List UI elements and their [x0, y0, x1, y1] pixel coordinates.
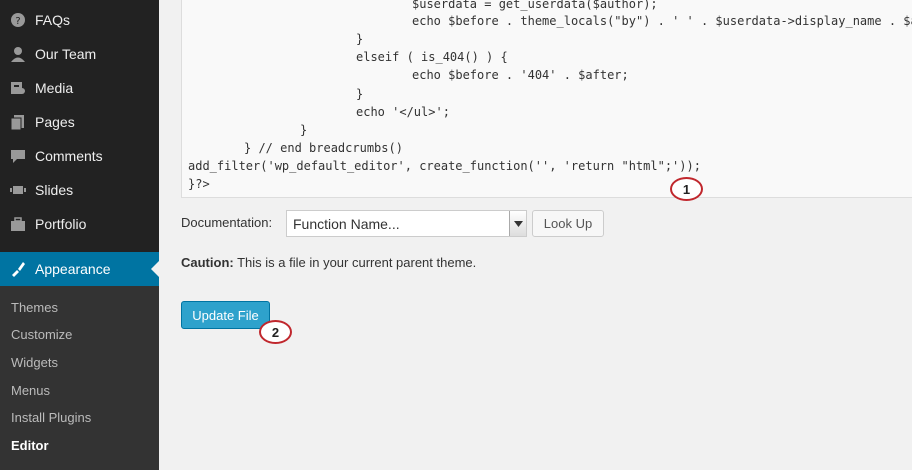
comments-icon [8, 146, 28, 166]
appearance-submenu: Themes Customize Widgets Menus Install P… [0, 286, 159, 470]
submenu-customize[interactable]: Customize [11, 327, 72, 342]
menu-label: Pages [35, 114, 75, 130]
code-line: add_filter('wp_default_editor', create_f… [188, 159, 701, 173]
menu-item-comments[interactable]: Comments [0, 139, 159, 173]
update-file-button[interactable]: Update File [181, 301, 270, 329]
code-line: } [356, 32, 364, 46]
code-editor[interactable]: $userdata = get_userdata($author); echo … [181, 0, 912, 198]
chevron-down-icon[interactable] [509, 211, 526, 236]
slides-icon [8, 180, 28, 200]
media-icon [8, 78, 28, 98]
function-name-select[interactable]: Function Name... [286, 210, 527, 237]
menu-item-pages[interactable]: Pages [0, 105, 159, 139]
documentation-label: Documentation: [181, 215, 273, 230]
annotation-marker-2: 2 [259, 320, 292, 344]
submenu-install-plugins[interactable]: Install Plugins [11, 410, 91, 425]
portfolio-icon [8, 214, 28, 234]
code-line: elseif ( is_404() ) { [356, 50, 508, 64]
code-line: } // end breadcrumbs() [244, 141, 403, 155]
faq-icon: ? [8, 10, 28, 30]
menu-label: Portfolio [35, 216, 87, 232]
submenu-widgets[interactable]: Widgets [11, 355, 58, 370]
code-line: echo $before . '404' . $after; [412, 68, 629, 82]
code-line: }?> [188, 177, 210, 191]
code-line: } [356, 87, 364, 101]
select-value: Function Name... [293, 215, 400, 232]
appearance-icon [8, 259, 28, 279]
menu-label: Slides [35, 182, 74, 198]
admin-sidebar: ? FAQs Our Team Media Pages Comments Sli… [0, 0, 159, 470]
code-line: $userdata = get_userdata($author); [412, 0, 658, 11]
active-arrow [151, 261, 159, 277]
submenu-editor[interactable]: Editor [11, 438, 49, 453]
svg-text:?: ? [15, 16, 20, 27]
submenu-menus[interactable]: Menus [11, 383, 50, 398]
caution-label: Caution: [181, 255, 234, 270]
menu-label: FAQs [35, 12, 71, 28]
submenu-themes[interactable]: Themes [11, 300, 58, 315]
menu-label: Our Team [35, 46, 97, 62]
menu-item-our-team[interactable]: Our Team [0, 37, 159, 71]
menu-label: Media [35, 80, 74, 96]
menu-label: Comments [35, 148, 103, 164]
look-up-button[interactable]: Look Up [532, 210, 604, 237]
menu-item-slides[interactable]: Slides [0, 173, 159, 207]
menu-item-appearance[interactable]: Appearance [0, 252, 159, 286]
code-line: } [300, 123, 308, 137]
team-icon [8, 44, 28, 64]
caution-text: This is a file in your current parent th… [233, 255, 477, 270]
menu-label: Appearance [35, 261, 111, 277]
menu-item-portfolio[interactable]: Portfolio [0, 207, 159, 241]
pages-icon [8, 112, 28, 132]
code-line: echo $before . theme_locals("by") . ' ' … [412, 14, 912, 28]
caution-note: Caution: This is a file in your current … [181, 255, 476, 270]
menu-item-media[interactable]: Media [0, 71, 159, 105]
code-line: echo '</ul>'; [356, 105, 450, 119]
menu-item-faqs[interactable]: ? FAQs [0, 3, 159, 37]
annotation-marker-1: 1 [670, 177, 703, 201]
